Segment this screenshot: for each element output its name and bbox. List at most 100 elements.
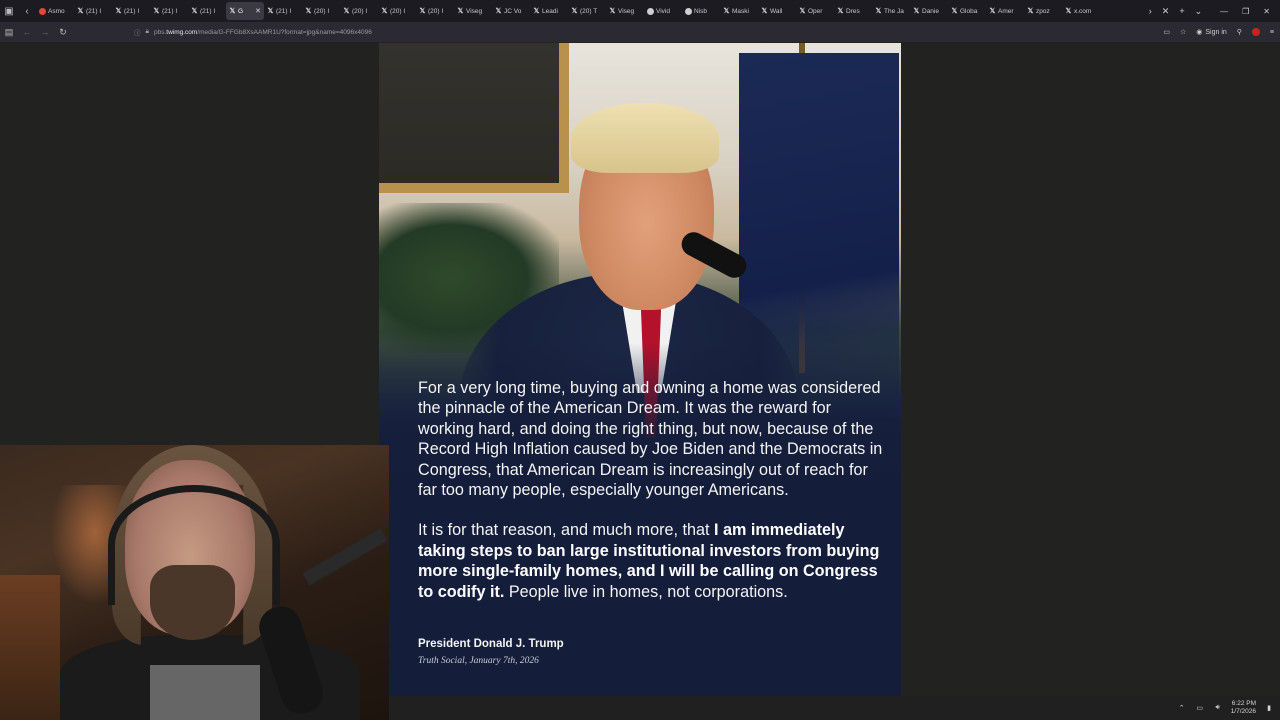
browser-tab[interactable]: 𝕏 JC Vo bbox=[492, 2, 530, 20]
menu-icon[interactable]: ≡ bbox=[1270, 29, 1274, 36]
lock-icon: 🔒︎ bbox=[145, 28, 149, 35]
browser-tab[interactable]: 𝕏 Viseg bbox=[606, 2, 644, 20]
x-logo-icon: 𝕏 bbox=[381, 7, 388, 15]
browser-tab[interactable]: 𝕏 G ✕ bbox=[226, 2, 264, 20]
tab-close-icon[interactable]: ✕ bbox=[255, 7, 261, 15]
tab-label: (20) I bbox=[390, 7, 406, 15]
speaker-hair bbox=[571, 103, 719, 173]
x-logo-icon: 𝕏 bbox=[457, 7, 464, 15]
browser-tab[interactable]: 𝕏 Wall bbox=[758, 2, 796, 20]
tab-label: (20) I bbox=[428, 7, 444, 15]
x-logo-icon: 𝕏 bbox=[609, 7, 616, 15]
quote-p2-lead: It is for that reason, and much more, th… bbox=[418, 521, 715, 540]
notifications-icon[interactable]: ▮ bbox=[1264, 704, 1274, 712]
url-prefix: pbs. bbox=[153, 28, 167, 36]
tab-label: Danie bbox=[922, 7, 939, 15]
webcam-overlay bbox=[0, 445, 389, 720]
tab-label: Leadi bbox=[542, 7, 558, 15]
tab-overview-icon[interactable]: ▣ bbox=[0, 0, 18, 22]
x-logo-icon: 𝕏 bbox=[761, 7, 768, 15]
extensions-icon[interactable]: ⚲ bbox=[1237, 28, 1242, 36]
browser-tab[interactable]: 𝕏 Amer bbox=[986, 2, 1024, 20]
tray-overflow-icon[interactable]: ⌃ bbox=[1177, 704, 1187, 712]
volume-icon[interactable]: 🔊︎ bbox=[1213, 704, 1223, 712]
browser-tab[interactable]: Nisb bbox=[682, 2, 720, 20]
browser-tab[interactable]: 𝕏zpoz bbox=[1024, 2, 1062, 20]
site-favicon-icon bbox=[647, 7, 654, 15]
browser-tab[interactable]: 𝕏 Dres bbox=[834, 2, 872, 20]
navigation-bar: ▤ ← → ↻ ⓘ 🔒︎ pbs.twimg.com/media/G-FFGb8… bbox=[0, 22, 1280, 42]
extension-badge-icon[interactable] bbox=[1251, 28, 1260, 36]
x-logo-icon: 𝕏 bbox=[495, 7, 502, 15]
browser-tab[interactable]: 𝕏 (21) I bbox=[188, 2, 226, 20]
reader-view-icon[interactable]: ▭ bbox=[1163, 28, 1170, 36]
tab-label: (21) I bbox=[276, 7, 292, 15]
sidebar-toggle-icon[interactable]: ▤ bbox=[0, 22, 18, 42]
close-tab-icon[interactable]: ✕ bbox=[1162, 6, 1170, 17]
tab-label: Nisb bbox=[694, 7, 708, 15]
tab-label: JC Vo bbox=[504, 7, 522, 15]
browser-tab[interactable]: 𝕏 Viseg bbox=[454, 2, 492, 20]
browser-tab[interactable]: 𝕏 Leadi bbox=[530, 2, 568, 20]
browser-tab[interactable]: 𝕏x.com bbox=[1062, 2, 1100, 20]
window-close-icon[interactable]: ✕ bbox=[1263, 7, 1270, 16]
quote-paragraph-1: For a very long time, buying and owning … bbox=[418, 379, 883, 500]
tab-label: Amer bbox=[998, 7, 1014, 15]
browser-tab[interactable]: 𝕏 The Ja bbox=[872, 2, 910, 20]
browser-tab[interactable]: 𝕏 Danie bbox=[910, 2, 948, 20]
browser-tab[interactable]: 𝕏 (21) I bbox=[74, 2, 112, 20]
x-logo-icon: 𝕏 bbox=[419, 7, 426, 15]
network-icon[interactable]: ▭ bbox=[1195, 704, 1205, 712]
x-logo-icon: 𝕏 bbox=[153, 7, 160, 15]
x-logo-icon: 𝕏 bbox=[571, 7, 578, 15]
x-logo-icon: 𝕏 bbox=[951, 7, 958, 15]
sign-in-button[interactable]: ◉ Sign in bbox=[1196, 28, 1227, 37]
url-host: twimg.com bbox=[166, 28, 198, 36]
browser-tab[interactable]: 𝕏 (21) I bbox=[264, 2, 302, 20]
x-logo-icon: 𝕏 bbox=[77, 7, 84, 15]
quote-text: For a very long time, buying and owning … bbox=[418, 378, 888, 602]
url-bar[interactable]: ⓘ 🔒︎ pbs.twimg.com/media/G-FFGb8XsAAMR1U… bbox=[134, 25, 1114, 39]
toolbar-right: ▭ ☆ ◉ Sign in ⚲ ≡ bbox=[1163, 22, 1274, 42]
browser-tab[interactable]: 𝕏 (20) I bbox=[302, 2, 340, 20]
new-tab-icon[interactable]: + bbox=[1179, 6, 1184, 16]
tab-label: zpoz bbox=[1036, 7, 1050, 15]
post-image[interactable]: For a very long time, buying and owning … bbox=[379, 43, 901, 696]
tab-label: Dres bbox=[846, 7, 860, 15]
x-logo-icon: 𝕏 bbox=[533, 7, 540, 15]
tab-list-chevron-icon[interactable]: ⌄ bbox=[1195, 6, 1203, 17]
browser-tab[interactable]: Vivid bbox=[644, 2, 682, 20]
tab-label: G bbox=[238, 7, 244, 15]
clock[interactable]: 6:22 PM 1/7/2026 bbox=[1231, 700, 1256, 716]
browser-tab[interactable]: 𝕏 (21) I bbox=[150, 2, 188, 20]
back-icon[interactable]: ← bbox=[18, 22, 36, 42]
x-logo-icon: 𝕏 bbox=[799, 7, 806, 15]
background-shelf bbox=[0, 575, 60, 720]
restore-icon[interactable]: ❐ bbox=[1242, 7, 1249, 16]
forward-icon[interactable]: → bbox=[36, 22, 54, 42]
browser-tab[interactable]: 𝕏 (20) I bbox=[340, 2, 378, 20]
x-logo-icon: 𝕏 bbox=[723, 7, 730, 15]
bookmark-star-icon[interactable]: ☆ bbox=[1180, 28, 1186, 36]
minimize-icon[interactable]: — bbox=[1220, 7, 1228, 16]
mic-arm bbox=[302, 528, 388, 586]
quote-paragraph-2: It is for that reason, and much more, th… bbox=[418, 520, 888, 602]
tab-label: The Ja bbox=[884, 7, 904, 15]
browser-tab[interactable]: Asmo bbox=[36, 2, 74, 20]
site-favicon-icon bbox=[685, 7, 692, 15]
scroll-tabs-left-icon[interactable]: ‹ bbox=[18, 0, 36, 22]
scroll-tabs-right-icon[interactable]: › bbox=[1149, 6, 1152, 16]
browser-tab[interactable]: 𝕏 (20) I bbox=[378, 2, 416, 20]
tab-controls: › ✕ + ⌄ bbox=[1141, 6, 1210, 17]
browser-tab[interactable]: 𝕏 Globa bbox=[948, 2, 986, 20]
browser-tab[interactable]: 𝕏 (20) I bbox=[416, 2, 454, 20]
site-info-icon[interactable]: ⓘ bbox=[134, 27, 141, 37]
reload-icon[interactable]: ↻ bbox=[54, 22, 72, 42]
browser-tab[interactable]: 𝕏 (20) T bbox=[568, 2, 606, 20]
x-logo-icon: 𝕏 bbox=[343, 7, 350, 15]
browser-tab[interactable]: 𝕏 (21) I bbox=[112, 2, 150, 20]
browser-tab[interactable]: 𝕏 Oper bbox=[796, 2, 834, 20]
attribution-source: Truth Social, January 7th, 2026 bbox=[418, 656, 539, 666]
browser-tab[interactable]: 𝕏 Maski bbox=[720, 2, 758, 20]
x-logo-icon: 𝕏 bbox=[989, 7, 996, 15]
